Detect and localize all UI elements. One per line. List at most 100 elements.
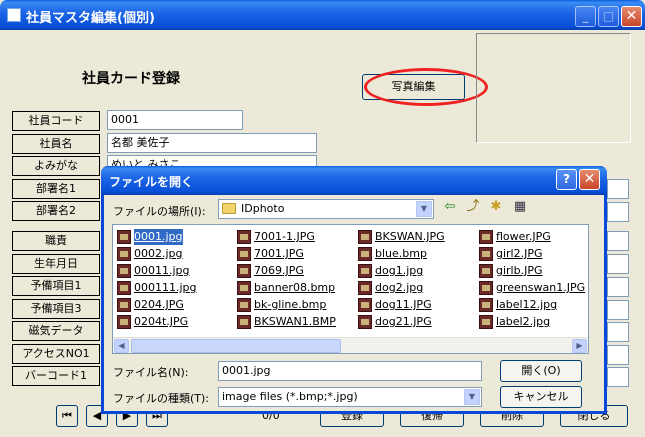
photo-frame bbox=[476, 33, 631, 143]
file-item[interactable]: girl2.JPG bbox=[479, 246, 585, 262]
open-button[interactable]: 開く(O) bbox=[500, 360, 582, 382]
cancel-button[interactable]: キャンセル bbox=[500, 386, 582, 408]
file-item[interactable]: 000111.jpg bbox=[117, 280, 235, 296]
scroll-thumb[interactable] bbox=[131, 339, 341, 353]
right-field[interactable] bbox=[607, 179, 629, 199]
image-file-icon bbox=[479, 298, 493, 312]
image-file-icon bbox=[479, 230, 493, 244]
file-item[interactable]: 0204.JPG bbox=[117, 297, 235, 313]
close-button[interactable]: ✕ bbox=[621, 6, 642, 27]
file-item[interactable]: 7069.JPG bbox=[237, 263, 355, 279]
image-file-icon bbox=[237, 281, 251, 295]
image-file-icon bbox=[237, 247, 251, 261]
file-item[interactable]: BKSWAN.JPG bbox=[358, 229, 476, 245]
form-heading: 社員カード登録 bbox=[82, 71, 180, 87]
label-spare1: 予備項目1 bbox=[12, 276, 100, 296]
file-item[interactable]: dog2.jpg bbox=[358, 280, 476, 296]
filetype-combo[interactable]: image files (*.bmp;*.jpg) ▼ bbox=[218, 387, 482, 407]
view-menu-icon[interactable]: ▦ bbox=[511, 198, 529, 216]
file-list[interactable]: 0001.jpg 0002.jpg 00011.jpg 000111.jpg 0… bbox=[112, 224, 589, 354]
app-icon bbox=[7, 8, 21, 22]
file-item[interactable]: 7001.JPG bbox=[237, 246, 355, 262]
label-employee-name: 社員名 bbox=[12, 134, 100, 154]
folder-icon bbox=[222, 203, 236, 214]
employee-code-input[interactable]: 0001 bbox=[107, 110, 243, 130]
label-barcode1: バーコード1 bbox=[12, 366, 100, 386]
file-item[interactable]: dog11.JPG bbox=[358, 297, 476, 313]
label-spare3: 予備項目3 bbox=[12, 299, 100, 319]
image-file-icon bbox=[117, 247, 131, 261]
file-item[interactable]: bk-gline.bmp bbox=[237, 297, 355, 313]
chevron-down-icon[interactable]: ▼ bbox=[416, 201, 432, 217]
image-file-icon bbox=[479, 264, 493, 278]
image-file-icon bbox=[358, 247, 372, 261]
file-item[interactable]: girlb.JPG bbox=[479, 263, 585, 279]
image-file-icon bbox=[237, 298, 251, 312]
label-birthdate: 生年月日 bbox=[12, 254, 100, 274]
file-item[interactable]: flower.JPG bbox=[479, 229, 585, 245]
file-item[interactable]: 0001.jpg bbox=[117, 229, 235, 245]
image-file-icon bbox=[358, 264, 372, 278]
file-item[interactable]: dog1.jpg bbox=[358, 263, 476, 279]
file-item[interactable]: label2.jpg bbox=[479, 314, 585, 330]
right-field[interactable] bbox=[607, 231, 629, 251]
image-file-icon bbox=[237, 264, 251, 278]
right-field[interactable] bbox=[607, 277, 629, 297]
photo-edit-button[interactable]: 写真編集 bbox=[362, 74, 465, 100]
image-file-icon bbox=[358, 230, 372, 244]
file-item[interactable]: greenswan1.JPG bbox=[479, 280, 585, 296]
image-file-icon bbox=[117, 298, 131, 312]
file-item[interactable]: 0204t.JPG bbox=[117, 314, 235, 330]
label-dept2: 部署名2 bbox=[12, 201, 100, 221]
image-file-icon bbox=[117, 264, 131, 278]
location-combo[interactable]: IDphoto ▼ bbox=[218, 199, 434, 219]
image-file-icon bbox=[117, 315, 131, 329]
file-item[interactable]: banner08.bmp bbox=[237, 280, 355, 296]
first-record-button[interactable]: ⏮ bbox=[56, 405, 78, 427]
file-item[interactable]: blue.bmp bbox=[358, 246, 476, 262]
dialog-close-button[interactable]: ✕ bbox=[579, 169, 600, 190]
label-position: 職責 bbox=[12, 231, 100, 251]
file-item[interactable]: label12.jpg bbox=[479, 297, 585, 313]
image-file-icon bbox=[117, 281, 131, 295]
right-field[interactable] bbox=[607, 300, 629, 320]
file-item[interactable]: BKSWAN1.BMP bbox=[237, 314, 355, 330]
image-file-icon bbox=[479, 315, 493, 329]
chevron-down-icon[interactable]: ▼ bbox=[464, 389, 480, 405]
right-field[interactable] bbox=[607, 322, 629, 342]
filename-label: ファイル名(N): bbox=[113, 366, 189, 379]
image-file-icon bbox=[358, 281, 372, 295]
maximize-button[interactable]: □ bbox=[598, 6, 619, 27]
location-value: IDphoto bbox=[241, 202, 285, 215]
help-button[interactable]: ? bbox=[556, 169, 577, 190]
dialog-title: ファイルを開く bbox=[109, 175, 194, 189]
label-yomigana: よみがな bbox=[12, 156, 100, 176]
up-folder-icon[interactable]: ⤴ bbox=[464, 198, 482, 216]
file-item[interactable]: 00011.jpg bbox=[117, 263, 235, 279]
label-employee-code: 社員コード bbox=[12, 111, 100, 131]
minimize-button[interactable]: _ bbox=[575, 6, 596, 27]
image-file-icon bbox=[479, 281, 493, 295]
horizontal-scrollbar[interactable]: ◀ ▶ bbox=[113, 337, 588, 353]
employee-name-input[interactable]: 名都 美佐子 bbox=[107, 133, 317, 153]
filetype-value: image files (*.bmp;*.jpg) bbox=[222, 390, 358, 403]
file-item[interactable]: 0002.jpg bbox=[117, 246, 235, 262]
right-field[interactable] bbox=[607, 254, 629, 274]
right-field[interactable] bbox=[607, 367, 629, 387]
image-file-icon bbox=[237, 230, 251, 244]
right-field[interactable] bbox=[607, 345, 629, 365]
image-file-icon bbox=[358, 298, 372, 312]
new-folder-icon[interactable]: ✱ bbox=[487, 198, 505, 216]
image-file-icon bbox=[117, 230, 131, 244]
image-file-icon bbox=[237, 315, 251, 329]
back-icon[interactable]: ⇦ bbox=[441, 198, 459, 216]
scroll-right-icon[interactable]: ▶ bbox=[572, 339, 587, 353]
window-title: 社員マスタ編集(個別) bbox=[26, 11, 155, 26]
filename-input[interactable]: 0001.jpg bbox=[218, 361, 482, 381]
right-field[interactable] bbox=[607, 202, 629, 222]
location-label: ファイルの場所(I): bbox=[113, 205, 206, 218]
file-item[interactable]: dog21.JPG bbox=[358, 314, 476, 330]
file-item[interactable]: 7001-1.JPG bbox=[237, 229, 355, 245]
scroll-left-icon[interactable]: ◀ bbox=[114, 339, 129, 353]
image-file-icon bbox=[358, 315, 372, 329]
